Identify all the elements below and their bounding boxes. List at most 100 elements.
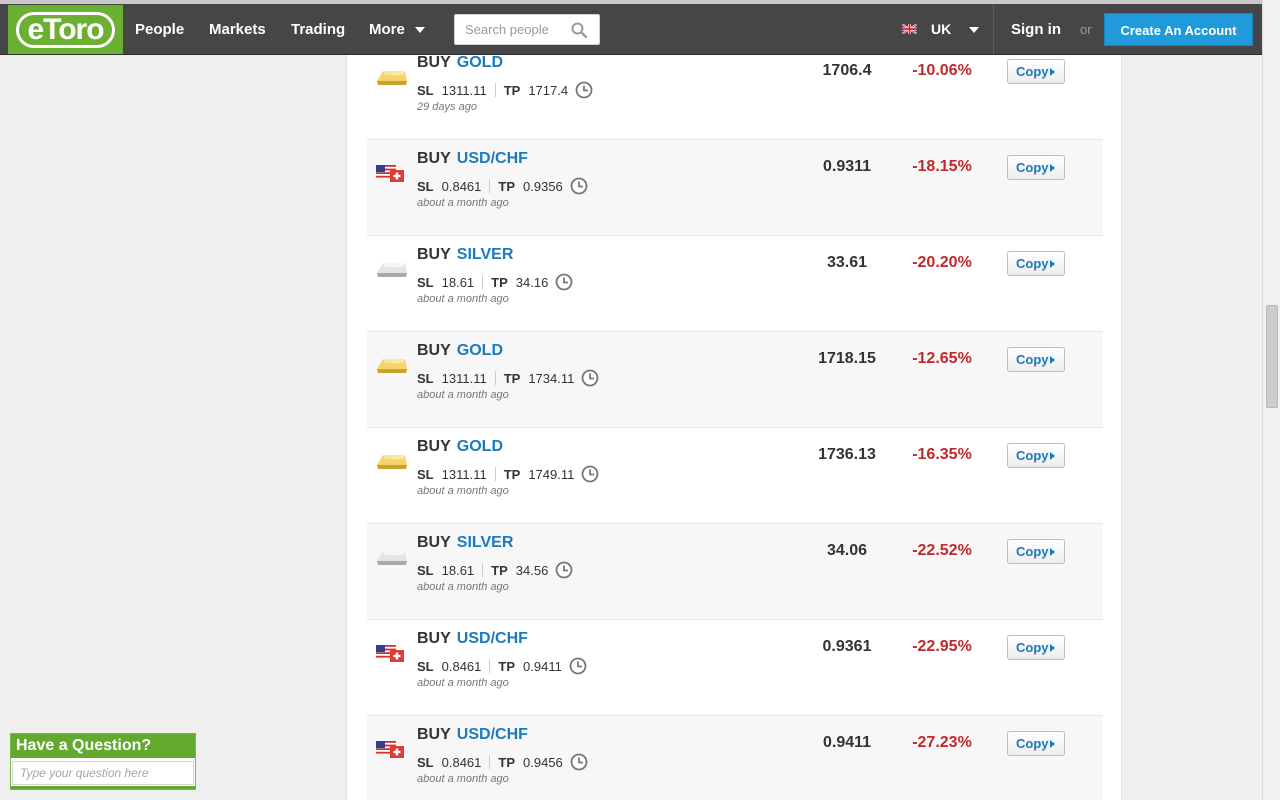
trade-title: BUY USD/CHF	[417, 726, 528, 744]
level-divider	[482, 563, 484, 577]
clock-icon	[575, 81, 593, 99]
language-selector[interactable]: UK	[902, 4, 980, 55]
trade-open-time: about a month ago	[417, 773, 509, 785]
create-account-button[interactable]: Create An Account	[1104, 13, 1253, 46]
clock-icon	[555, 273, 573, 291]
take-profit-label: TP	[491, 562, 508, 578]
trade-title: BUY GOLD	[417, 55, 503, 72]
take-profit-value: 1717.4	[528, 82, 569, 98]
trade-action: BUY	[417, 342, 451, 359]
copy-button-label: Copy	[1016, 448, 1049, 463]
trade-change-percent: -22.95%	[912, 638, 972, 655]
top-navigation-bar: eToro People Markets Trading More UK Sig…	[0, 0, 1262, 55]
copy-button[interactable]: Copy	[1007, 635, 1065, 660]
arrow-right-icon	[1050, 260, 1055, 268]
take-profit-value: 0.9356	[523, 178, 563, 194]
trade-title: BUY SILVER	[417, 534, 513, 552]
copy-button[interactable]: Copy	[1007, 539, 1065, 564]
trade-symbol-link[interactable]: USD/CHF	[457, 726, 528, 743]
take-profit-value: 0.9456	[523, 754, 563, 770]
trade-change-percent: -22.52%	[912, 542, 972, 559]
trade-row: BUY GOLD SL 1311.11 TP 1717.4 29 days ago 1…	[367, 55, 1103, 140]
copy-button-label: Copy	[1016, 256, 1049, 271]
sign-in-link[interactable]: Sign in	[1011, 4, 1061, 55]
trade-levels: SL 1311.11 TP 1734.11	[417, 369, 599, 387]
trade-row: BUY SILVER SL 18.61 TP 34.56 about a month …	[367, 524, 1103, 620]
trade-change-percent: -20.20%	[912, 254, 972, 271]
trade-action: BUY	[417, 534, 451, 551]
chevron-down-icon	[414, 27, 425, 34]
trade-row: BUY GOLD SL 1311.11 TP 1749.11 about a mont…	[367, 428, 1103, 524]
copy-button[interactable]: Copy	[1007, 155, 1065, 180]
take-profit-value: 1749.11	[528, 466, 575, 482]
stop-loss-label: SL	[417, 82, 434, 98]
take-profit-label: TP	[498, 178, 516, 194]
page-scrollbar[interactable]	[1262, 0, 1280, 800]
silver-bar-icon	[375, 546, 409, 568]
clock-icon	[569, 657, 587, 675]
stop-loss-value: 18.61	[441, 562, 475, 578]
trade-symbol-link[interactable]: SILVER	[457, 534, 514, 551]
nav-people[interactable]: People	[135, 4, 184, 55]
copy-button-label: Copy	[1016, 64, 1049, 79]
stop-loss-label: SL	[417, 754, 434, 770]
level-divider	[489, 755, 491, 769]
copy-button-label: Copy	[1016, 640, 1049, 655]
copy-button[interactable]: Copy	[1007, 347, 1065, 372]
question-input[interactable]	[12, 761, 194, 785]
search-icon[interactable]	[571, 22, 587, 38]
take-profit-label: TP	[498, 754, 516, 770]
copy-button[interactable]: Copy	[1007, 251, 1065, 276]
take-profit-value: 34.16	[515, 274, 549, 290]
etoro-logo[interactable]: eToro	[8, 5, 123, 54]
level-divider	[494, 371, 496, 385]
trade-open-time: about a month ago	[417, 581, 509, 593]
trade-symbol-link[interactable]: GOLD	[457, 55, 503, 71]
arrow-right-icon	[1050, 68, 1055, 76]
stop-loss-label: SL	[417, 562, 434, 578]
uk-flag-icon	[902, 24, 917, 35]
copy-button-label: Copy	[1016, 352, 1049, 367]
trade-title: BUY GOLD	[417, 438, 503, 456]
take-profit-label: TP	[503, 466, 521, 482]
nav-markets[interactable]: Markets	[209, 4, 266, 55]
trade-symbol-link[interactable]: USD/CHF	[457, 630, 528, 647]
nav-more[interactable]: More	[369, 4, 425, 55]
arrow-right-icon	[1050, 740, 1055, 748]
take-profit-value: 0.9411	[523, 658, 562, 674]
gold-bar-icon	[375, 66, 409, 88]
trade-rate: 1718.15	[818, 350, 876, 367]
gold-bar-icon	[375, 450, 409, 472]
trade-open-time: about a month ago	[417, 197, 509, 209]
copy-button-label: Copy	[1016, 736, 1049, 751]
scrollbar-thumb[interactable]	[1266, 305, 1278, 408]
trade-rate: 0.9311	[822, 158, 872, 175]
trade-symbol-link[interactable]: GOLD	[457, 438, 503, 455]
stop-loss-value: 0.8461	[441, 754, 482, 770]
search-input[interactable]	[455, 15, 565, 44]
trade-symbol-link[interactable]: USD/CHF	[457, 150, 528, 167]
trade-row: BUY USD/CHF SL 0.8461 TP 0.9356 about a mon…	[367, 140, 1103, 236]
trade-rate: 1736.13	[818, 446, 876, 463]
trade-title: BUY GOLD	[417, 342, 503, 360]
level-divider	[489, 659, 491, 673]
gold-bar-icon	[375, 354, 409, 376]
help-title[interactable]: Have a Question?	[11, 734, 195, 758]
trade-row: BUY USD/CHF SL 0.8461 TP 0.9411 about a mon…	[367, 620, 1103, 716]
trade-rate: 34.06	[826, 542, 868, 559]
trade-open-time: 29 days ago	[417, 101, 477, 113]
trade-symbol-link[interactable]: GOLD	[457, 342, 503, 359]
take-profit-label: TP	[503, 370, 521, 386]
copy-button[interactable]: Copy	[1007, 731, 1065, 756]
trade-row: BUY SILVER SL 18.61 TP 34.16 about a month …	[367, 236, 1103, 332]
trade-symbol-link[interactable]: SILVER	[457, 246, 514, 263]
trade-action: BUY	[417, 55, 451, 71]
copy-button[interactable]: Copy	[1007, 443, 1065, 468]
trade-change-percent: -12.65%	[912, 350, 972, 367]
nav-trading[interactable]: Trading	[291, 4, 345, 55]
copy-button-label: Copy	[1016, 160, 1049, 175]
copy-button[interactable]: Copy	[1007, 59, 1065, 84]
trade-title: BUY USD/CHF	[417, 150, 528, 168]
trade-open-time: about a month ago	[417, 677, 509, 689]
stop-loss-value: 0.8461	[441, 178, 482, 194]
